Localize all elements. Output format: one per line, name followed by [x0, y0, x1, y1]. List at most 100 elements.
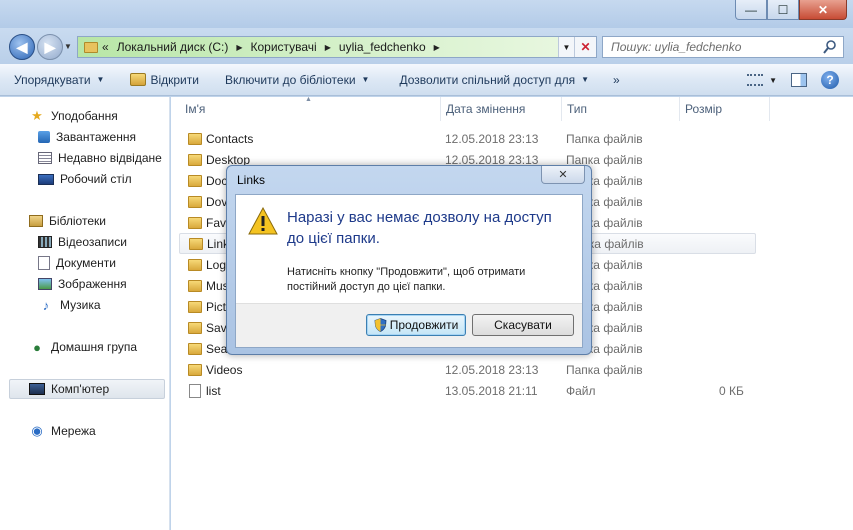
back-button[interactable]: ◀ [9, 34, 35, 60]
change-view-button[interactable]: ▼ [747, 74, 777, 86]
file-type: Папка файлів [566, 131, 643, 146]
nav-favorites[interactable]: ★ Уподобання [29, 106, 118, 126]
dialog-close-button[interactable]: ✕ [541, 166, 585, 184]
search-placeholder: Пошук: uylia_fedchenko [611, 40, 742, 54]
address-bar[interactable]: « Локальний диск (C:) ▶ Користувачі ▶ uy… [77, 36, 597, 58]
breadcrumb-drive[interactable]: Локальний диск (C:) [117, 40, 229, 54]
more-label: » [613, 72, 620, 87]
warning-icon [248, 207, 278, 235]
cancel-button[interactable]: Скасувати [472, 314, 574, 336]
nav-homegroup[interactable]: ● Домашня група [29, 337, 137, 357]
nav-libraries[interactable]: Бібліотеки [29, 211, 106, 231]
stop-icon: ✕ [580, 40, 591, 54]
file-name: Doc [206, 173, 228, 188]
close-button[interactable]: ✕ [799, 0, 847, 20]
dialog-title: Links [237, 173, 266, 187]
nav-desktop-label: Робочий стіл [60, 172, 132, 186]
nav-videos[interactable]: Відеозаписи [38, 232, 127, 252]
folder-icon [189, 237, 203, 250]
nav-downloads-label: Завантаження [56, 130, 136, 144]
open-folder-icon [130, 73, 147, 86]
sort-ascending-icon: ▲ [305, 96, 312, 103]
organize-button[interactable]: Упорядкувати ▼ [0, 64, 116, 96]
nav-desktop[interactable]: Робочий стіл [38, 169, 132, 189]
nav-music[interactable]: ♪ Музика [38, 295, 101, 315]
breadcrumb-chevron-icon[interactable]: ▶ [325, 43, 331, 52]
nav-recent-label: Недавно відвідане [58, 151, 162, 165]
share-label: Дозволити спільний доступ для [399, 72, 576, 87]
close-icon: ✕ [558, 169, 568, 181]
nav-computer[interactable]: Комп'ютер [9, 379, 165, 399]
desktop-icon [38, 173, 54, 185]
file-row[interactable]: Videos 12.05.2018 23:13 Папка файлів [179, 359, 756, 380]
libraries-icon [29, 215, 43, 227]
file-type: Файл [566, 383, 596, 398]
include-in-library-button[interactable]: Включити до бібліотеки ▼ [211, 64, 382, 96]
dialog-message: Натисніть кнопку "Продовжити", щоб отрим… [287, 266, 526, 293]
continue-button[interactable]: Продовжити [366, 314, 466, 336]
search-icon[interactable] [823, 40, 837, 54]
open-button[interactable]: Відкрити [116, 64, 211, 96]
nav-homegroup-label: Домашня група [51, 340, 138, 354]
file-name: Videos [206, 362, 243, 377]
organize-label: Упорядкувати [14, 72, 91, 87]
toolbar-right: ▼ ? [747, 64, 839, 96]
preview-pane-icon[interactable] [791, 73, 807, 87]
window-titlebar: — ☐ ✕ [0, 0, 853, 28]
nav-downloads[interactable]: Завантаження [38, 127, 136, 147]
file-name: Pict [206, 299, 227, 314]
address-row: ◀ ▶ ▼ « Локальний диск (C:) ▶ Користувач… [0, 28, 853, 64]
column-header-name[interactable]: ▲ Ім'я [171, 96, 441, 121]
column-header-type[interactable]: Тип [562, 97, 680, 121]
dialog-button-bar: Продовжити Скасувати [236, 303, 582, 347]
column-date-label: Дата змінення [446, 102, 526, 116]
forward-button[interactable]: ▶ [37, 34, 63, 60]
breadcrumb-user-folder[interactable]: uylia_fedchenko [339, 40, 426, 54]
window-controls: — ☐ ✕ [735, 0, 847, 20]
breadcrumb-users[interactable]: Користувачі [250, 40, 316, 54]
folder-icon [188, 195, 202, 208]
more-commands-button[interactable]: » [601, 64, 632, 96]
nav-documents[interactable]: Документи [38, 253, 116, 273]
chevron-down-icon: ▼ [769, 75, 777, 85]
maximize-button[interactable]: ☐ [767, 0, 799, 20]
column-header-size[interactable]: Розмір [680, 97, 770, 121]
nav-network[interactable]: ◉ Мережа [29, 421, 95, 441]
column-header-date[interactable]: Дата змінення [441, 97, 562, 121]
file-name: Fav [206, 215, 227, 230]
nav-videos-label: Відеозаписи [58, 235, 127, 249]
file-type: Папка файлів [566, 362, 643, 377]
file-name: Contacts [206, 131, 254, 146]
network-icon: ◉ [31, 423, 43, 438]
cancel-label: Скасувати [494, 318, 552, 332]
nav-pictures[interactable]: Зображення [38, 274, 127, 294]
folder-icon [84, 41, 98, 53]
document-icon [38, 256, 50, 270]
help-icon[interactable]: ? [821, 71, 839, 89]
file-row[interactable]: Contacts 12.05.2018 23:13 Папка файлів [179, 128, 756, 149]
breadcrumb-chevron-icon[interactable]: ▶ [434, 43, 440, 52]
address-end-controls: ▼ ✕ [558, 37, 596, 57]
breadcrumb-overflow[interactable]: « [102, 40, 109, 54]
folder-icon [188, 132, 202, 145]
file-row[interactable]: list 13.05.2018 21:11 Файл 0 КБ [179, 380, 756, 401]
column-size-label: Розмір [685, 102, 723, 116]
stop-button[interactable]: ✕ [574, 37, 596, 57]
folder-icon [188, 300, 202, 313]
minimize-button[interactable]: — [735, 0, 767, 20]
file-date: 13.05.2018 21:11 [445, 383, 538, 398]
share-with-button[interactable]: Дозволити спільний доступ для ▼ [381, 64, 601, 96]
file-date: 12.05.2018 23:13 [445, 131, 539, 146]
file-size: 0 КБ [719, 383, 744, 398]
search-input[interactable]: Пошук: uylia_fedchenko [602, 36, 844, 58]
breadcrumb-chevron-icon[interactable]: ▶ [236, 43, 242, 52]
access-denied-dialog: Links ✕ Наразі у вас немає дозволу на до… [226, 165, 592, 355]
address-dropdown-button[interactable]: ▼ [558, 37, 574, 57]
computer-icon [29, 383, 45, 395]
folder-icon [188, 342, 202, 355]
back-arrow-icon: ◀ [16, 38, 28, 55]
folder-icon [188, 174, 202, 187]
forward-arrow-icon: ▶ [44, 38, 56, 55]
recent-pages-dropdown[interactable]: ▼ [64, 42, 72, 51]
nav-recent[interactable]: Недавно відвідане [38, 148, 162, 168]
